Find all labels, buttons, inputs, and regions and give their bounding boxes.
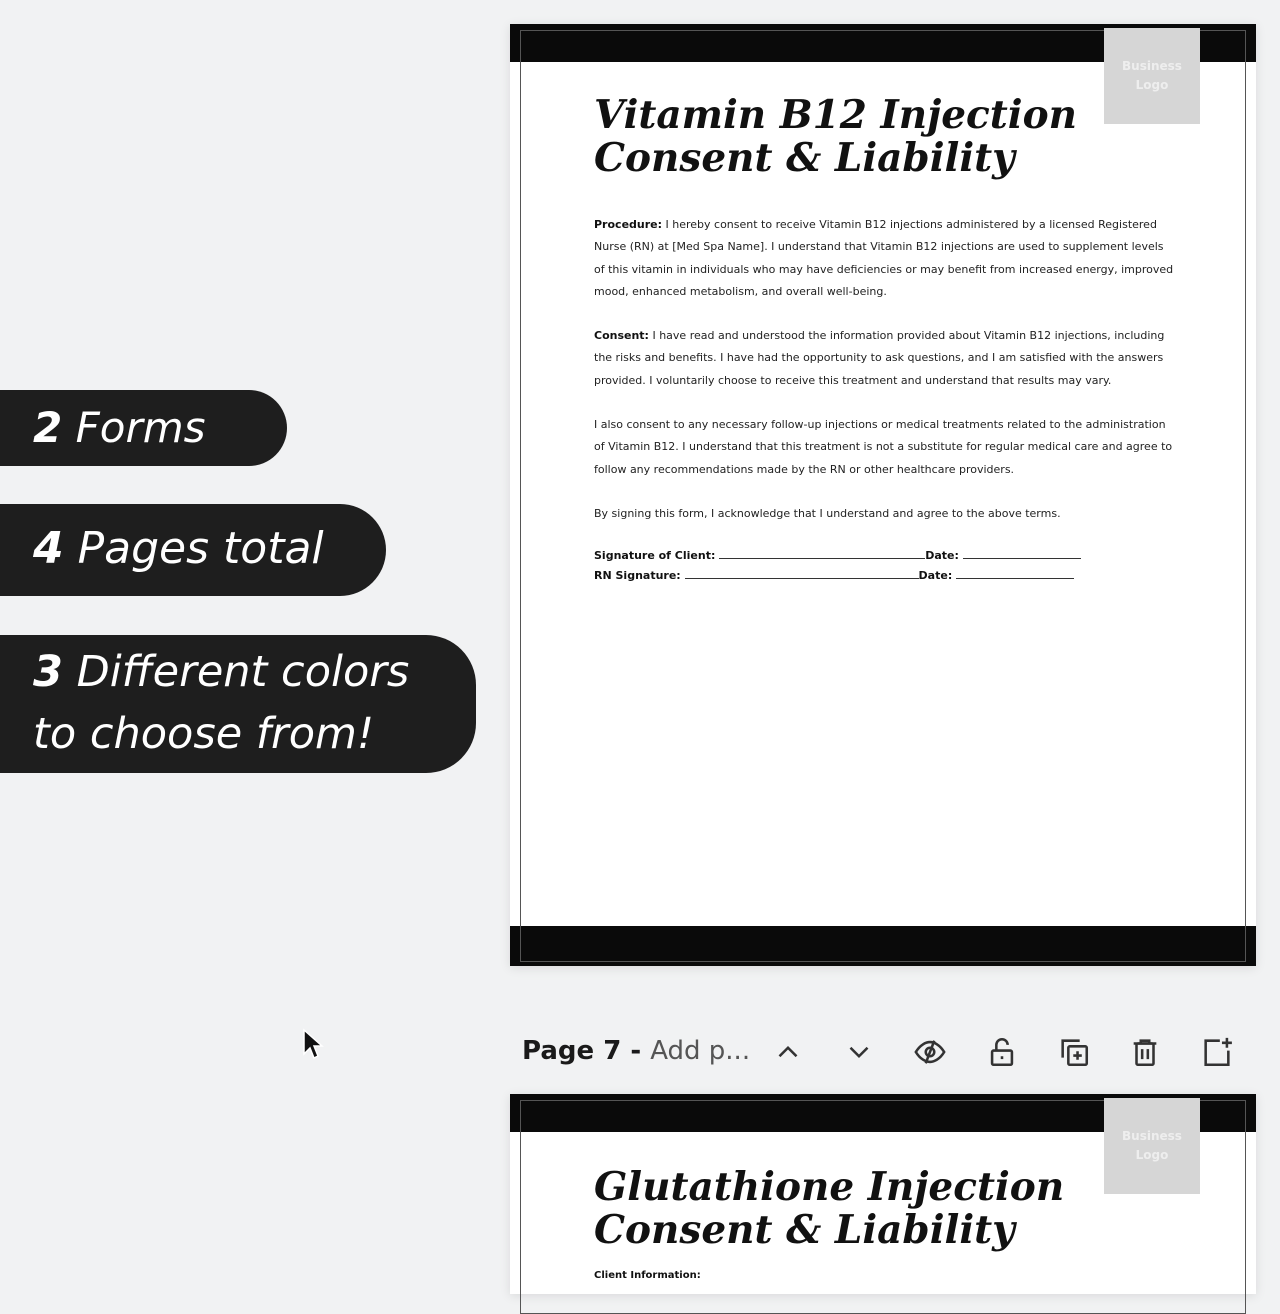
client-signature-label: Signature of Client: [594, 549, 716, 563]
feature-pill-pages: 4 Pages total [0, 504, 386, 596]
rn-date-label: Date: [918, 569, 953, 583]
rn-signature-label: RN Signature: [594, 569, 681, 583]
footer-bar [510, 926, 1256, 966]
consent-text: I have read and understood the informati… [594, 329, 1165, 387]
feature-pill-colors: 3 Different colors to choose from! [0, 635, 476, 773]
procedure-label: Procedure: [594, 218, 663, 231]
design-page-glutathione[interactable]: Business Logo Glutathione Injection Cons… [510, 1094, 1256, 1314]
feature-forms-number: 2 [33, 403, 63, 452]
feature-pages-text: Pages total [63, 523, 324, 574]
procedure-paragraph: Procedure: I hereby consent to receive V… [594, 214, 1174, 303]
design-page-vitamin-b12[interactable]: Business Logo Vitamin B12 Injection Cons… [510, 24, 1256, 966]
client-date-label: Date: [925, 549, 959, 563]
followup-paragraph: I also consent to any necessary follow-u… [594, 418, 1173, 476]
chevron-up-icon[interactable] [768, 1030, 808, 1074]
feature-forms-text: Forms [62, 403, 206, 452]
mouse-cursor-icon [303, 1028, 324, 1060]
rn-signature-blank [684, 567, 919, 580]
client-information-label: Client Information: [594, 1270, 701, 1281]
feature-colors-number: 3 [33, 647, 63, 697]
hide-eye-icon[interactable] [910, 1030, 950, 1074]
add-page-title-placeholder[interactable]: Add p... [650, 1036, 750, 1066]
procedure-text: I hereby consent to receive Vitamin B12 … [594, 218, 1174, 298]
feature-pill-forms: 2 Forms [0, 390, 287, 466]
consent-label: Consent: [594, 329, 649, 343]
acknowledgement-paragraph: By signing this form, I acknowledge that… [594, 506, 1061, 520]
consent-paragraph: Consent: I have read and understood the … [594, 325, 1174, 392]
add-page-icon[interactable] [1197, 1030, 1237, 1074]
client-signature-line: Signature of Client: Date: [594, 545, 1174, 567]
feature-colors-line1: Different colors [62, 647, 410, 697]
client-signature-blank [719, 547, 926, 560]
unlock-icon[interactable] [982, 1030, 1022, 1074]
duplicate-icon[interactable] [1054, 1030, 1094, 1074]
page-title-field[interactable]: Page 7 - Add p... [522, 1036, 750, 1066]
rn-date-blank [956, 567, 1075, 580]
page-number-label: Page 7 - [522, 1036, 651, 1066]
document-title[interactable]: Vitamin B12 Injection Consent & Liabilit… [594, 94, 1077, 180]
document-title[interactable]: Glutathione Injection Consent & Liabilit… [594, 1166, 1064, 1252]
feature-colors-line2: to choose from! [33, 709, 375, 759]
page-toolbar: Page 7 - Add p... [522, 1030, 1242, 1076]
business-logo-placeholder[interactable]: Business Logo [1104, 1098, 1200, 1194]
feature-pages-number: 4 [33, 523, 64, 574]
rn-signature-line: RN Signature: Date: [594, 565, 1174, 587]
chevron-down-icon[interactable] [839, 1030, 879, 1074]
document-body[interactable]: Procedure: I hereby consent to receive V… [594, 214, 1174, 587]
trash-icon[interactable] [1125, 1030, 1165, 1074]
client-date-blank [962, 547, 1081, 560]
business-logo-placeholder[interactable]: Business Logo [1104, 28, 1200, 124]
